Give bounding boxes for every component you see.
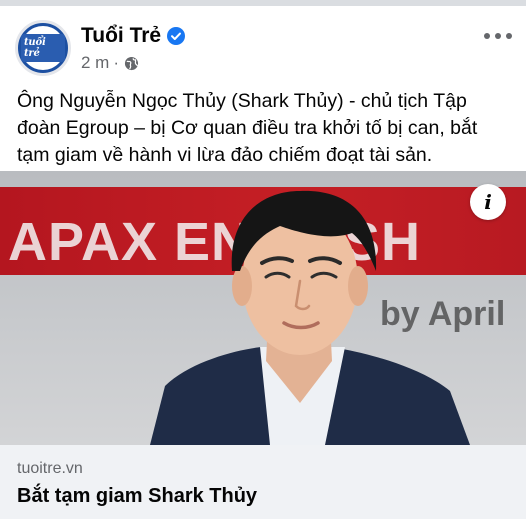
page-avatar[interactable]: tuổi trẻ: [15, 20, 71, 76]
post-body-text: Ông Nguyễn Ngọc Thủy (Shark Thủy) - chủ …: [17, 90, 478, 166]
meta-separator: ·: [113, 53, 120, 72]
verified-badge-icon: [167, 27, 186, 45]
more-dot-icon: [495, 33, 501, 39]
more-dot-icon: [506, 33, 512, 39]
post-timestamp[interactable]: 2 m: [81, 53, 109, 73]
post-meta: 2 m ·: [81, 53, 139, 73]
more-options-button[interactable]: [484, 26, 512, 46]
link-preview-card[interactable]: tuoitre.vn Bắt tạm giam Shark Thủy: [0, 445, 526, 519]
post-header: tuổi trẻ Tuổi Trẻ 2 m ·: [0, 6, 526, 84]
post-photo[interactable]: APAX ENGLISH by April i: [0, 171, 526, 445]
avatar-inner: tuổi trẻ: [21, 26, 65, 70]
page-name-row: Tuổi Trẻ: [81, 24, 186, 48]
page-name[interactable]: Tuổi Trẻ: [81, 24, 161, 48]
tuoitre-logo: tuổi trẻ: [21, 34, 65, 62]
link-title[interactable]: Bắt tạm giam Shark Thủy: [17, 485, 257, 508]
more-dot-icon: [484, 33, 490, 39]
link-domain: tuoitre.vn: [17, 460, 83, 477]
globe-icon: [124, 56, 139, 70]
info-button[interactable]: i: [470, 184, 506, 220]
person-portrait: [150, 190, 470, 445]
